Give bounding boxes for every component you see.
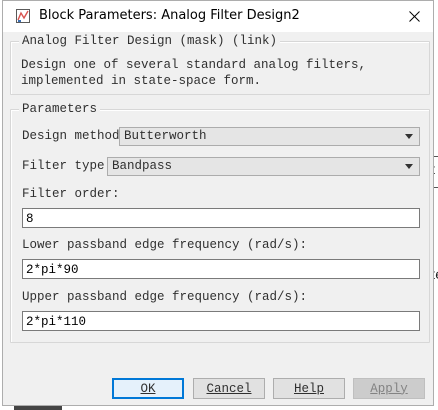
simulink-block-icon [15,8,31,24]
close-button[interactable] [395,1,433,32]
mask-description: Design one of several standard analog fi… [21,58,367,88]
help-button-label: Help [293,381,324,396]
upper-passband-edge-input[interactable] [23,313,419,331]
lower-passband-edge-field[interactable] [22,259,420,279]
close-icon [408,11,420,22]
mask-legend: Analog Filter Design (mask) (link) [19,34,281,48]
ok-button-label: OK [140,381,156,396]
cancel-button-label: Cancel [206,381,252,396]
block-parameters-dialog: Block Parameters: Analog Filter Design2 … [2,0,434,406]
upper-passband-edge-field[interactable] [22,311,420,331]
window-title: Block Parameters: Analog Filter Design2 [39,8,300,23]
ok-button[interactable]: OK [112,378,184,399]
apply-button-label: Apply [370,381,408,396]
upper-passband-edge-label: Upper passband edge frequency (rad/s): [22,290,308,304]
filter-type-label: Filter type: [22,159,113,173]
lower-passband-edge-input[interactable] [23,261,419,279]
filter-type-dropdown[interactable]: Bandpass [107,157,420,176]
apply-button[interactable]: Apply [353,378,425,399]
title-bar[interactable]: Block Parameters: Analog Filter Design2 [3,1,433,32]
design-method-value: Butterworth [124,129,207,143]
chevron-down-icon [405,134,413,139]
filter-order-label: Filter order: [22,187,120,201]
filter-type-value: Bandpass [112,159,173,173]
filter-order-field[interactable] [22,208,420,228]
cancel-button[interactable]: Cancel [193,378,265,399]
design-method-label: Design method: [22,129,128,143]
lower-passband-edge-label: Lower passband edge frequency (rad/s): [22,238,308,252]
design-method-dropdown[interactable]: Butterworth [119,127,420,146]
help-button[interactable]: Help [273,378,345,399]
parameters-legend: Parameters [19,102,101,116]
chevron-down-icon [405,164,413,169]
filter-order-input[interactable] [23,210,419,228]
